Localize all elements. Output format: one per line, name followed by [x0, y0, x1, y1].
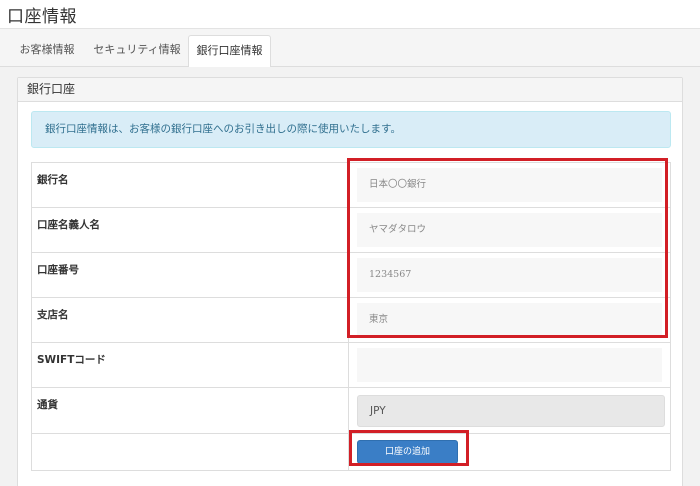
main-area: 銀行口座 銀行口座情報は、お客様の銀行口座へのお引き出しの際に使用いたします。 … — [0, 67, 700, 486]
account-number-field[interactable]: 1234567 — [357, 258, 662, 292]
account-holder-label: 口座名義人名 — [31, 207, 349, 253]
form-row-account-number: 口座番号 1234567 — [31, 252, 671, 298]
bank-name-cell: 日本〇〇銀行 — [348, 162, 671, 208]
currency-cell: JPY — [348, 387, 671, 434]
form-row-account-holder: 口座名義人名 ヤマダタロウ — [31, 207, 671, 253]
form-row-currency: 通貨 JPY — [31, 387, 671, 434]
form-row-submit: 口座の追加 — [31, 433, 671, 471]
tabs-bar: お客様情報 セキュリティ情報 銀行口座情報 — [0, 29, 700, 68]
form-row-bank-name: 銀行名 日本〇〇銀行 — [31, 162, 671, 208]
swift-code-label: SWIFTコード — [31, 342, 349, 388]
bank-name-label: 銀行名 — [31, 162, 349, 208]
account-holder-field[interactable]: ヤマダタロウ — [357, 213, 662, 247]
branch-name-field[interactable]: 東京 — [357, 303, 662, 337]
submit-row-spacer — [31, 433, 349, 471]
submit-cell: 口座の追加 — [348, 433, 671, 471]
info-alert: 銀行口座情報は、お客様の銀行口座へのお引き出しの際に使用いたします。 — [31, 111, 671, 148]
branch-name-cell: 東京 — [348, 297, 671, 343]
swift-code-cell — [348, 342, 671, 388]
account-holder-cell: ヤマダタロウ — [348, 207, 671, 253]
tab-security-info[interactable]: セキュリティ情報 — [91, 35, 183, 67]
add-account-button[interactable]: 口座の追加 — [357, 440, 458, 464]
currency-select[interactable]: JPY — [357, 395, 665, 427]
account-number-label: 口座番号 — [31, 252, 349, 298]
page-title: 口座情報 — [7, 7, 77, 27]
panel-heading: 銀行口座 — [18, 78, 682, 102]
account-number-cell: 1234567 — [348, 252, 671, 298]
bank-form-table: 銀行名 日本〇〇銀行 口座名義人名 ヤマダタロウ 口座番号 1234567 支店… — [31, 162, 671, 471]
swift-code-field[interactable] — [357, 348, 662, 382]
branch-name-label: 支店名 — [31, 297, 349, 343]
form-row-branch-name: 支店名 東京 — [31, 297, 671, 343]
form-row-swift-code: SWIFTコード — [31, 342, 671, 388]
bank-name-field[interactable]: 日本〇〇銀行 — [357, 168, 662, 202]
bank-account-panel: 銀行口座 銀行口座情報は、お客様の銀行口座へのお引き出しの際に使用いたします。 … — [17, 77, 683, 486]
tab-customer-info[interactable]: お客様情報 — [9, 35, 85, 67]
tab-bank-account-info[interactable]: 銀行口座情報 — [188, 35, 271, 68]
currency-label: 通貨 — [31, 387, 349, 434]
